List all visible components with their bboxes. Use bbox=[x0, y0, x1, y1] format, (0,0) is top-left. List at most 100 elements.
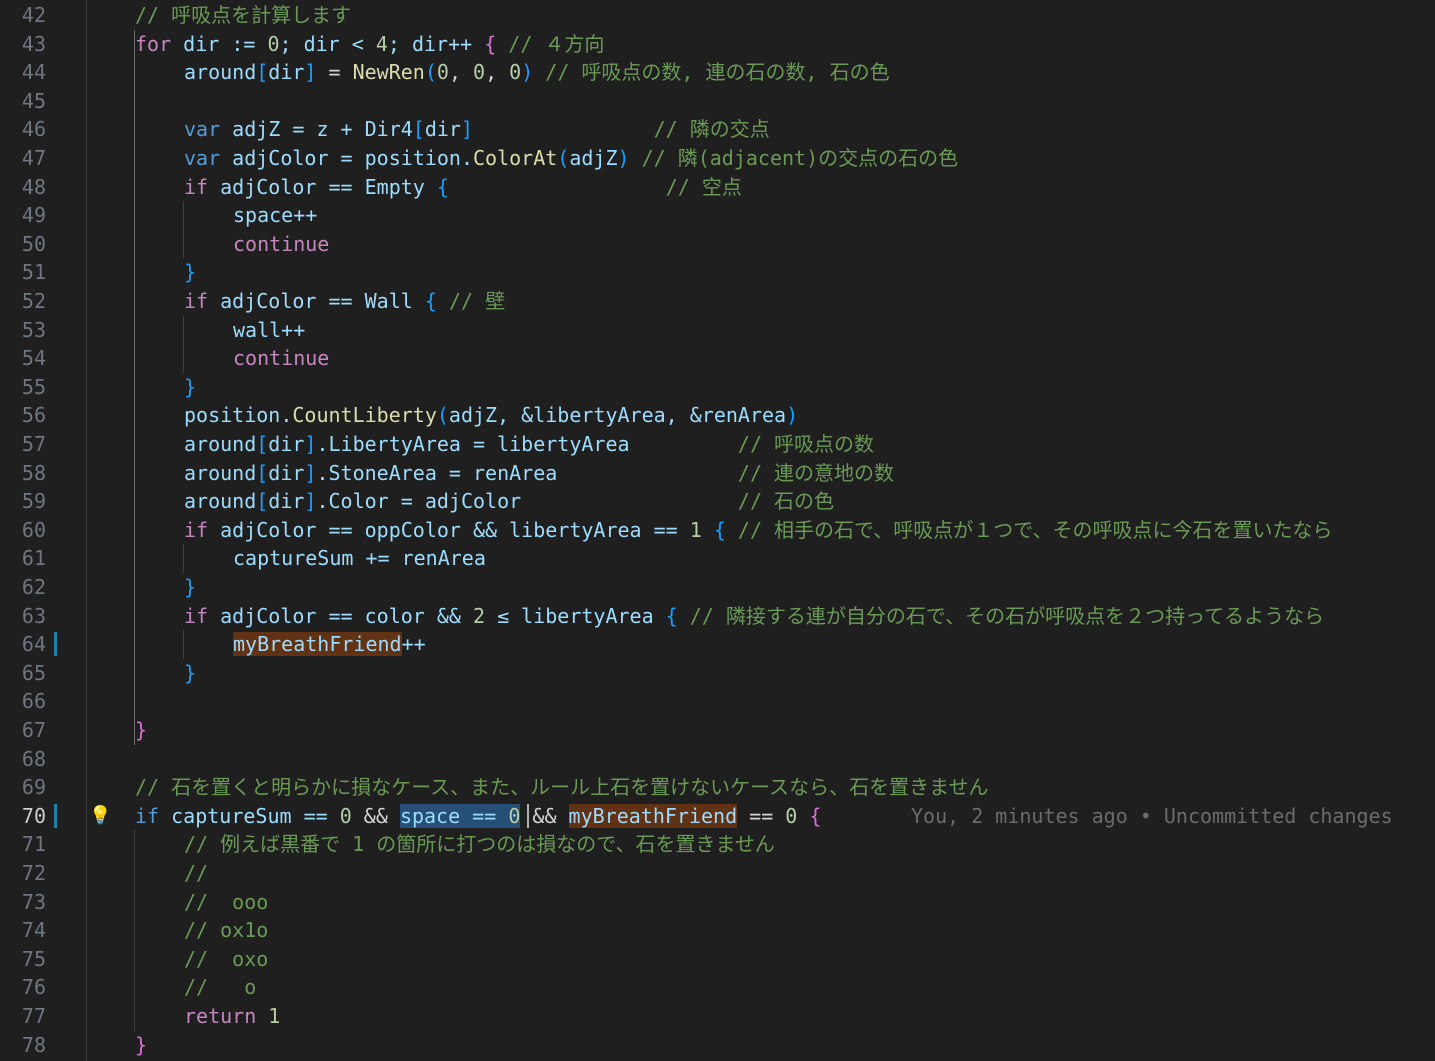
code-token: ] bbox=[304, 60, 317, 85]
code-token: .LibertyArea = libertyArea bbox=[316, 432, 630, 456]
code-token: 0 bbox=[267, 31, 280, 56]
code-line[interactable]: 57 around[dir].LibertyArea = libertyArea … bbox=[0, 430, 1435, 458]
code-token: adjColor = position. bbox=[220, 146, 473, 170]
modified-line-indicator[interactable] bbox=[54, 632, 57, 657]
code-token: // 隣の交点 bbox=[473, 117, 770, 142]
code-content: around[dir] = NewRen(0, 0, 0) // 呼吸点の数, … bbox=[184, 58, 890, 86]
code-token: ( bbox=[557, 146, 570, 170]
code-content: around[dir].LibertyArea = libertyArea //… bbox=[184, 430, 874, 458]
code-line[interactable]: 48 if adjColor == Empty { // 空点 bbox=[0, 173, 1435, 201]
code-line[interactable]: 54 continue bbox=[0, 344, 1435, 372]
code-token: { bbox=[797, 803, 822, 828]
code-line[interactable]: 44 around[dir] = NewRen(0, 0, 0) // 呼吸点の数… bbox=[0, 58, 1435, 86]
code-content: wall++ bbox=[233, 316, 305, 344]
code-token: dir := bbox=[171, 31, 268, 56]
code-line[interactable]: 76 // o bbox=[0, 973, 1435, 1001]
code-content: position.CountLiberty(adjZ, &libertyArea… bbox=[184, 401, 798, 429]
code-line[interactable]: 49 space++ bbox=[0, 201, 1435, 229]
code-content: // 呼吸点を計算します bbox=[135, 1, 351, 29]
code-token: .StoneArea = renArea bbox=[316, 460, 558, 485]
code-line[interactable]: 51} bbox=[0, 258, 1435, 286]
code-token: { bbox=[412, 289, 437, 313]
code-line[interactable]: 75 // oxo bbox=[0, 945, 1435, 973]
line-number: 61 bbox=[21, 546, 46, 571]
line-number: 78 bbox=[21, 1032, 46, 1057]
code-line[interactable]: 50 continue bbox=[0, 230, 1435, 258]
code-token: ; dir++ bbox=[387, 31, 485, 56]
code-content: myBreathFriend++ bbox=[233, 630, 426, 658]
code-token: ] bbox=[304, 460, 317, 485]
code-token: for bbox=[135, 31, 172, 56]
code-line[interactable]: 77 return 1 bbox=[0, 1002, 1435, 1030]
code-line[interactable]: 60 if adjColor == oppColor && libertyArea… bbox=[0, 516, 1435, 544]
code-line[interactable]: 65} bbox=[0, 659, 1435, 687]
lightbulb-icon[interactable]: 💡 bbox=[89, 802, 111, 830]
code-token: // 呼吸点の数 bbox=[629, 432, 875, 456]
code-content: // oxo bbox=[184, 945, 268, 973]
code-token: 0 bbox=[508, 803, 521, 828]
code-line[interactable]: 74 // ox1o bbox=[0, 916, 1435, 944]
code-line[interactable]: 63 if adjColor == color && 2 ≤ libertyAre… bbox=[0, 602, 1435, 630]
code-token: 0 bbox=[473, 60, 486, 85]
code-token: dir bbox=[268, 60, 305, 85]
code-token: // ox1o bbox=[184, 918, 269, 943]
code-line[interactable]: 64 myBreathFriend++ bbox=[0, 630, 1435, 658]
code-line[interactable]: 55} bbox=[0, 373, 1435, 401]
code-content: space++ bbox=[233, 201, 317, 229]
code-token: ( bbox=[424, 60, 437, 85]
code-line[interactable]: 68 bbox=[0, 745, 1435, 773]
code-line[interactable]: 72 // bbox=[0, 859, 1435, 887]
code-token: // ooo bbox=[184, 889, 269, 914]
code-content: for dir := 0; dir < 4; dir++ { // ４方向 bbox=[135, 30, 604, 58]
code-line[interactable]: 58 around[dir].StoneArea = renArea // 連の意… bbox=[0, 459, 1435, 487]
code-line[interactable]: 59 around[dir].Color = adjColor // 石の色 bbox=[0, 487, 1435, 515]
code-line[interactable]: 43 for dir := 0; dir < 4; dir++ { // ４方向 bbox=[0, 30, 1435, 58]
code-token: if bbox=[184, 517, 209, 542]
code-token: = bbox=[316, 60, 353, 85]
code-editor[interactable]: 42// 呼吸点を計算します 43 for dir := 0; dir < 4; d… bbox=[0, 0, 1435, 1061]
code-content: // 例えば黒番で 1 の箇所に打つのは損なので、石を置きません bbox=[184, 830, 775, 858]
code-line[interactable]: 52 if adjColor == Wall { // 壁 bbox=[0, 287, 1435, 315]
code-token: // 隣(adjacent)の交点の石の色 bbox=[629, 146, 959, 170]
line-number: 73 bbox=[21, 889, 46, 914]
code-token: CountLiberty bbox=[292, 403, 437, 428]
code-line[interactable]: 78} bbox=[0, 1031, 1435, 1059]
code-line[interactable]: 47 var adjColor = position.ColorAt(adjZ) … bbox=[0, 144, 1435, 172]
code-token: // bbox=[184, 861, 209, 885]
code-token: adjColor == oppColor && libertyArea == bbox=[208, 517, 690, 542]
line-number: 56 bbox=[21, 403, 46, 428]
code-token: && bbox=[351, 803, 400, 828]
line-number: 67 bbox=[21, 718, 46, 742]
code-token: // 呼吸点を計算します bbox=[135, 3, 352, 27]
code-line[interactable]: 67} bbox=[0, 716, 1435, 744]
code-content: } bbox=[184, 258, 196, 286]
code-token: myBreathFriend bbox=[233, 632, 402, 657]
code-token: NewRen bbox=[352, 60, 425, 85]
code-token: around bbox=[184, 60, 257, 85]
code-line[interactable]: 62} bbox=[0, 573, 1435, 601]
code-token: , bbox=[485, 60, 510, 85]
code-line[interactable]: 46 var adjZ = z + Dir4[dir] // 隣の交点 bbox=[0, 115, 1435, 143]
code-line[interactable]: 61 captureSum += renArea bbox=[0, 544, 1435, 572]
code-token: var bbox=[184, 117, 221, 142]
code-line[interactable]: 70 💡 if captureSum == 0 && space == 0 && m… bbox=[0, 802, 1435, 830]
code-token: around bbox=[184, 432, 257, 456]
code-token: position. bbox=[184, 403, 293, 428]
code-token: // ４方向 bbox=[496, 31, 605, 56]
code-line[interactable]: 42 // 呼吸点を計算します bbox=[0, 1, 1435, 29]
modified-line-indicator[interactable] bbox=[54, 803, 57, 828]
code-line[interactable]: 56 position.CountLiberty(adjZ, &libertyAr… bbox=[0, 401, 1435, 429]
code-line[interactable]: 53 wall++ bbox=[0, 316, 1435, 344]
code-line[interactable]: 73 // ooo bbox=[0, 888, 1435, 916]
code-token: // o bbox=[184, 975, 257, 1000]
code-line[interactable]: 66 bbox=[0, 687, 1435, 715]
code-line[interactable]: 45 bbox=[0, 87, 1435, 115]
line-number: 62 bbox=[21, 575, 46, 599]
code-content: captureSum += renArea bbox=[233, 544, 486, 572]
code-line[interactable]: 71 // 例えば黒番で 1 の箇所に打つのは損なので、石を置きません bbox=[0, 830, 1435, 858]
code-token: dir bbox=[268, 489, 305, 514]
line-number: 71 bbox=[21, 832, 46, 857]
code-content: } bbox=[184, 373, 196, 401]
code-token: } bbox=[135, 1032, 148, 1057]
code-line[interactable]: 69 // 石を置くと明らかに損なケース、また、ルール上石を置けないケースなら、石… bbox=[0, 773, 1435, 801]
